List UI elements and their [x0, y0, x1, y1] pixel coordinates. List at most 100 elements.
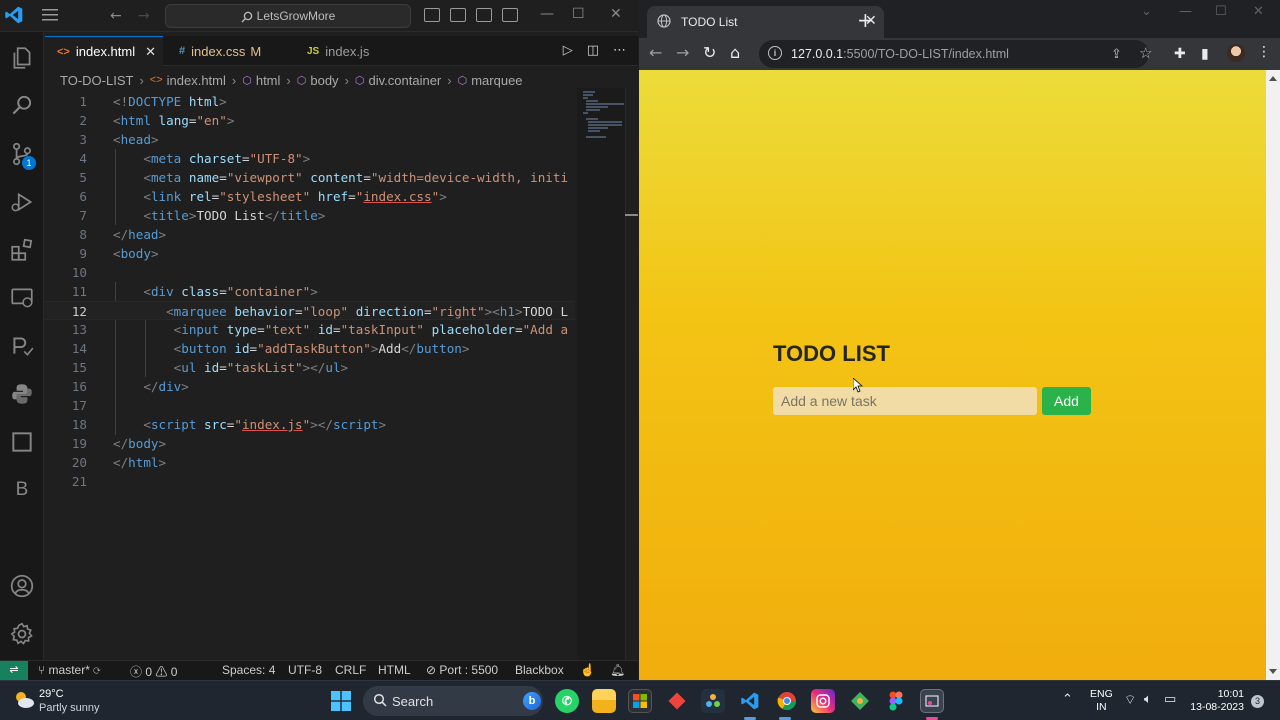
status-branch[interactable]: ⑂ master* ⟳ [38, 663, 100, 677]
customize-layout-icon[interactable] [502, 8, 518, 22]
maximize-icon[interactable]: ☐ [572, 6, 585, 22]
status-problems[interactable]: ⓧ 0 ⚠ 0 [130, 663, 177, 680]
home-icon[interactable]: ⌂ [730, 43, 740, 62]
editor-scrollbar[interactable] [625, 88, 638, 660]
settings-gear-icon[interactable] [0, 614, 44, 654]
breadcrumb-item[interactable]: div.container [369, 73, 442, 88]
side-panel-icon[interactable]: ▮ [1201, 46, 1209, 62]
scrollbar-thumb[interactable] [625, 214, 638, 216]
windows-start-icon[interactable] [331, 691, 351, 711]
toggle-primary-sidebar-icon[interactable] [424, 8, 440, 22]
blackbox-icon[interactable]: B [0, 470, 44, 510]
forward-arrow-icon[interactable]: → [138, 8, 150, 24]
file-explorer-icon[interactable] [592, 689, 616, 713]
maximize-icon[interactable]: ☐ [1215, 4, 1227, 19]
volume-icon[interactable]: 🔈︎ [1144, 692, 1152, 707]
task-input[interactable] [773, 387, 1037, 415]
status-encoding[interactable]: UTF-8 [288, 663, 322, 677]
breadcrumb-item[interactable]: body [310, 73, 338, 88]
remote-explorer-icon[interactable] [0, 278, 44, 318]
profile-avatar[interactable] [1227, 44, 1245, 62]
html-file-icon: <> [149, 74, 163, 86]
site-info-icon[interactable]: i [768, 46, 782, 60]
code-line: 21 [71, 474, 87, 489]
testing-icon[interactable] [0, 326, 44, 366]
run-icon[interactable]: ▷ [563, 43, 573, 58]
new-tab-plus-icon[interactable]: + [857, 8, 874, 32]
anydesk-icon[interactable] [665, 689, 689, 713]
code-line: 9 <body> [79, 246, 159, 261]
search-panel-icon[interactable] [0, 86, 44, 126]
minimize-icon[interactable]: — [1179, 4, 1192, 19]
davinci-resolve-icon[interactable] [701, 689, 725, 713]
tab-index-css[interactable]: # index.css M [167, 36, 291, 66]
microsoft-store-icon[interactable] [628, 689, 652, 713]
whatsapp-icon[interactable]: ✆ [555, 689, 579, 713]
scroll-down-arrow-icon[interactable] [1269, 669, 1277, 674]
status-indentation[interactable]: Spaces: 4 [222, 663, 275, 677]
battery-icon[interactable]: ▭ [1164, 692, 1176, 707]
code-editor[interactable]: 1 <!DOCTYPE html> 2 <html lang="en"> 3 <hea… [45, 92, 575, 660]
minimize-icon[interactable]: — [540, 6, 554, 22]
run-debug-icon[interactable] [0, 182, 44, 222]
python-icon[interactable] [0, 374, 44, 414]
notifications-bell-icon[interactable]: 🔔︎ [610, 663, 625, 677]
tab-index-html[interactable]: <> index.html ✕ [45, 36, 163, 66]
forward-arrow-icon[interactable]: → [676, 43, 689, 62]
reload-icon[interactable]: ↻ [703, 43, 716, 62]
remote-indicator-icon[interactable]: ⇌ [0, 661, 28, 680]
language-indicator[interactable]: ENG IN [1090, 688, 1113, 714]
tray-overflow-chevron-icon[interactable]: ⌃ [1062, 692, 1073, 707]
snipping-tool-icon[interactable] [920, 689, 944, 713]
address-bar[interactable]: i 127.0.0.1:5500/TO-DO-LIST/index.html ⇪… [759, 40, 1152, 68]
vscode-taskbar-icon[interactable] [738, 689, 762, 713]
page-scrollbar[interactable] [1266, 70, 1280, 680]
breadcrumb-item[interactable]: html [256, 73, 281, 88]
tab-search-chevron-icon[interactable]: ⌄ [1141, 4, 1152, 19]
system-clock[interactable]: 10:01 13-08-2023 [1188, 688, 1244, 714]
hamburger-menu-icon[interactable] [42, 9, 58, 21]
chevron-right-icon: › [447, 72, 452, 88]
tab-index-js[interactable]: JS index.js [295, 36, 405, 66]
split-editor-icon[interactable]: ◫ [587, 43, 599, 58]
status-live-server[interactable]: ⊘ Port : 5500 [426, 663, 498, 677]
minimap[interactable] [577, 88, 625, 660]
square-panel-icon[interactable] [0, 422, 44, 462]
close-window-icon[interactable]: ✕ [1253, 4, 1264, 19]
more-actions-icon[interactable]: ⋯ [613, 43, 626, 58]
breadcrumb-item[interactable]: marquee [471, 73, 522, 88]
add-task-button[interactable]: Add [1042, 387, 1091, 415]
chrome-taskbar-icon[interactable] [775, 689, 799, 713]
back-arrow-icon[interactable]: ← [649, 43, 662, 62]
taskbar-search[interactable]: Search b [363, 686, 543, 716]
status-blackbox[interactable]: Blackbox [515, 663, 564, 677]
status-eol[interactable]: CRLF [335, 663, 366, 677]
toggle-secondary-sidebar-icon[interactable] [476, 8, 492, 22]
partly-sunny-weather-icon[interactable] [12, 688, 36, 712]
back-arrow-icon[interactable]: ← [110, 8, 122, 24]
scroll-up-arrow-icon[interactable] [1269, 76, 1277, 81]
extensions-puzzle-icon[interactable]: ✚ [1174, 46, 1186, 62]
wifi-icon[interactable]: ⌔ [1124, 692, 1136, 708]
close-tab-icon[interactable]: ✕ [145, 44, 156, 60]
element-icon: ⬡ [242, 74, 252, 87]
breadcrumb-item[interactable]: index.html [167, 73, 226, 88]
source-control-icon[interactable]: 1 [0, 134, 44, 174]
extensions-icon[interactable] [0, 230, 44, 270]
feedback-icon[interactable]: ☝ [580, 663, 595, 677]
explorer-icon[interactable] [0, 38, 44, 78]
share-icon[interactable]: ⇪ [1111, 46, 1122, 62]
close-window-icon[interactable]: ✕ [610, 6, 622, 22]
status-language[interactable]: HTML [378, 663, 411, 677]
command-center-search[interactable]: LetsGrowMore [165, 4, 411, 28]
figma-icon[interactable] [884, 689, 908, 713]
notification-count-badge[interactable]: 3 [1251, 695, 1264, 708]
toggle-panel-icon[interactable] [450, 8, 466, 22]
instagram-icon[interactable] [811, 689, 835, 713]
chrome-menu-icon[interactable]: ⋮ [1257, 44, 1271, 60]
accounts-icon[interactable] [0, 566, 44, 606]
bookmark-star-icon[interactable]: ☆ [1139, 44, 1152, 62]
breadcrumb-item[interactable]: TO-DO-LIST [60, 73, 133, 88]
browser-tab[interactable]: TODO List ✕ [647, 6, 884, 38]
gitkraken-icon[interactable] [848, 689, 872, 713]
